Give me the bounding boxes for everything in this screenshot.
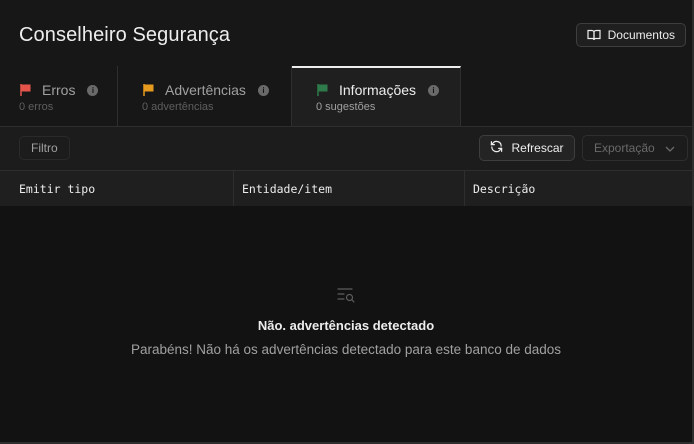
- info-icon[interactable]: i: [428, 84, 440, 96]
- tab-count: 0 sugestões: [316, 101, 376, 113]
- refresh-icon: [490, 140, 503, 156]
- page-title: Conselheiro Segurança: [19, 24, 231, 46]
- documents-button[interactable]: Documentos: [575, 23, 686, 47]
- chevron-down-icon: [665, 141, 675, 155]
- tab-errors[interactable]: Erros i 0 erros: [0, 66, 118, 126]
- empty-state-message: Parabéns! Não há os advertências detecta…: [130, 342, 562, 357]
- refresh-button[interactable]: Refrescar: [479, 135, 575, 161]
- book-icon: [587, 29, 601, 41]
- documents-button-label: Documentos: [607, 28, 675, 42]
- tab-label: Advertências: [165, 82, 246, 98]
- issue-tabs: Erros i 0 erros Advertências i 0 advertê…: [0, 66, 692, 127]
- table-header: Emitir tipo Entidade/item Descrição: [0, 171, 692, 207]
- empty-state: Não. advertências detectado Parabéns! Nã…: [0, 206, 692, 442]
- column-header-issue-type[interactable]: Emitir tipo: [0, 171, 234, 206]
- column-header-entity[interactable]: Entidade/item: [234, 171, 465, 206]
- search-list-icon: [336, 286, 356, 309]
- flag-icon: [20, 84, 31, 96]
- empty-state-title: Não. advertências detectado: [257, 318, 435, 333]
- tab-warnings[interactable]: Advertências i 0 advertências: [118, 66, 292, 126]
- toolbar: Filtro Refrescar Exportação: [0, 127, 692, 171]
- export-dropdown-label: Exportação: [594, 141, 655, 155]
- export-dropdown[interactable]: Exportação: [582, 135, 688, 161]
- tab-count: 0 erros: [19, 101, 54, 113]
- refresh-button-label: Refrescar: [511, 141, 564, 155]
- filter-button[interactable]: Filtro: [19, 136, 70, 160]
- tab-count: 0 advertências: [142, 101, 214, 113]
- flag-icon: [143, 84, 154, 96]
- tab-label: Informações: [339, 82, 417, 98]
- flag-icon: [317, 84, 328, 96]
- column-header-description[interactable]: Descrição: [465, 171, 692, 206]
- info-icon[interactable]: i: [257, 84, 269, 96]
- security-advisor-panel: Conselheiro Segurança Documentos Erros i…: [0, 0, 694, 444]
- info-icon[interactable]: i: [87, 84, 99, 96]
- tab-information[interactable]: Informações i 0 sugestões: [292, 66, 461, 126]
- header: Conselheiro Segurança Documentos: [0, 0, 692, 66]
- tab-label: Erros: [42, 82, 76, 98]
